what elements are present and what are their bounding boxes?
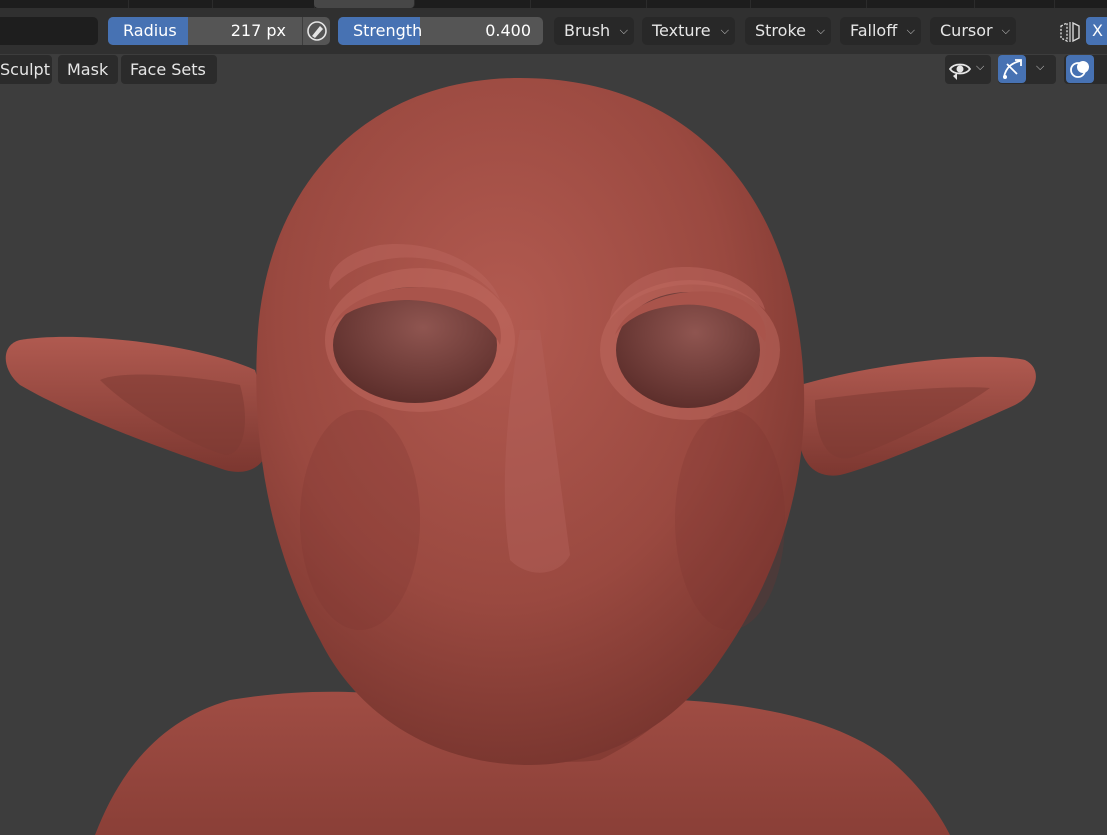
workspace-tab[interactable] [750, 0, 867, 8]
chevron-down-icon: ⌵ [619, 24, 628, 37]
face-sets-menu[interactable]: Face Sets [121, 55, 217, 84]
texture-menu-label: Texture [652, 21, 711, 40]
falloff-menu-label: Falloff [850, 21, 898, 40]
visibility-eye-icon [948, 63, 972, 80]
texture-menu[interactable]: Texture ⌵ [642, 17, 735, 45]
workspace-tab-strip [0, 0, 1107, 8]
radius-pressure-button[interactable] [302, 17, 330, 45]
chevron-down-icon: ⌵ [1036, 60, 1045, 73]
overlay-toggle-button[interactable] [1066, 55, 1094, 83]
workspace-tab[interactable] [128, 0, 213, 8]
strength-slider[interactable]: Strength 0.400 [338, 17, 543, 45]
workspace-tab-sculpting[interactable] [314, 0, 415, 8]
chevron-down-icon: ⌵ [720, 24, 729, 37]
chevron-down-icon: ⌵ [906, 24, 915, 37]
radius-label: Radius [123, 21, 177, 40]
workspace-tab[interactable] [414, 0, 531, 8]
chevron-down-icon: ⌵ [976, 60, 985, 73]
workspace-tab[interactable] [212, 0, 315, 8]
chevron-down-icon: ⌵ [816, 24, 825, 37]
3d-viewport[interactable] [0, 54, 1107, 835]
radius-value: 217 px [230, 21, 286, 40]
gizmo-dropdown[interactable]: ⌵ [998, 55, 1056, 84]
strength-value: 0.400 [485, 21, 531, 40]
brush-menu[interactable]: Brush ⌵ [554, 17, 634, 45]
falloff-menu[interactable]: Falloff ⌵ [840, 17, 921, 45]
chevron-down-icon: ⌵ [1001, 24, 1010, 37]
mask-menu[interactable]: Mask [58, 55, 118, 84]
sculpt-model [5, 78, 1036, 835]
pressure-pen-icon [307, 21, 327, 41]
gizmo-icon [1003, 59, 1022, 79]
cursor-menu[interactable]: Cursor ⌵ [930, 17, 1016, 45]
workspace-tab[interactable] [974, 0, 1055, 8]
cursor-menu-label: Cursor [940, 21, 993, 40]
workspace-tab[interactable] [646, 0, 751, 8]
overlay-dropdown[interactable] [1064, 55, 1107, 84]
sculpt-menu[interactable]: Sculpt [0, 55, 52, 84]
symmetry-mirror-icon[interactable] [1058, 20, 1082, 44]
gizmo-toggle-button[interactable] [998, 55, 1026, 83]
radius-slider[interactable]: Radius 217 px [108, 17, 302, 45]
strength-label: Strength [353, 21, 423, 40]
visibility-dropdown[interactable]: ⌵ [945, 55, 991, 84]
brush-selector[interactable] [0, 17, 98, 45]
workspace-tab[interactable] [0, 0, 129, 8]
symmetry-x-toggle[interactable]: X [1086, 17, 1107, 45]
brush-menu-label: Brush [564, 21, 611, 40]
stroke-menu-label: Stroke [755, 21, 806, 40]
workspace-tab[interactable] [530, 0, 647, 8]
blender-sculpt-window: Radius 217 px Strength 0.400 Brush ⌵ Tex… [0, 0, 1107, 835]
workspace-tab[interactable] [866, 0, 975, 8]
stroke-menu[interactable]: Stroke ⌵ [745, 17, 831, 45]
overlay-icon [1070, 61, 1089, 78]
